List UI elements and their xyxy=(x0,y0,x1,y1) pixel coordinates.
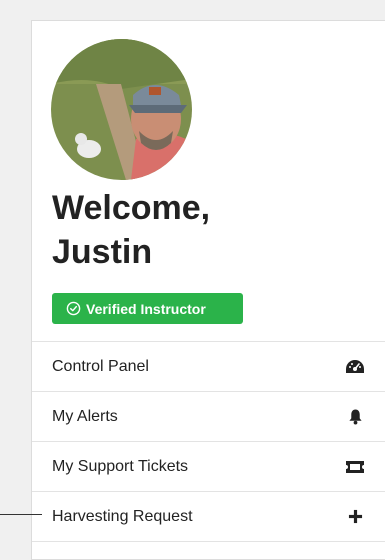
menu-item-control-panel[interactable]: Control Panel xyxy=(32,342,385,392)
welcome-line1: Welcome, xyxy=(52,189,211,227)
ticket-icon xyxy=(343,455,367,479)
plus-icon xyxy=(343,505,367,529)
check-circle-icon xyxy=(66,301,81,316)
avatar[interactable] xyxy=(51,39,192,180)
menu-item-harvesting-request[interactable]: Harvesting Request xyxy=(32,492,385,542)
menu-item-label: Control Panel xyxy=(52,357,149,375)
speedometer-icon xyxy=(343,355,367,379)
verified-badge-label: Verified Instructor xyxy=(86,300,206,317)
verified-badge: Verified Instructor xyxy=(52,293,243,324)
menu-item-my-support-tickets[interactable]: My Support Tickets xyxy=(32,442,385,492)
avatar-photo xyxy=(51,39,192,180)
menu-item-label: Harvesting Request xyxy=(52,507,193,525)
menu-item-label: My Alerts xyxy=(52,407,118,425)
profile-card: Welcome, Justin Verified Instructor Cont… xyxy=(31,20,385,560)
user-name: Justin xyxy=(52,233,153,271)
annotation-connector-line xyxy=(0,514,42,515)
profile-menu: Control Panel My Alerts My Support Ticke… xyxy=(32,341,385,542)
bell-icon xyxy=(343,405,367,429)
menu-item-my-alerts[interactable]: My Alerts xyxy=(32,392,385,442)
welcome-heading: Welcome, Justin xyxy=(52,186,210,274)
menu-item-label: My Support Tickets xyxy=(52,457,189,475)
